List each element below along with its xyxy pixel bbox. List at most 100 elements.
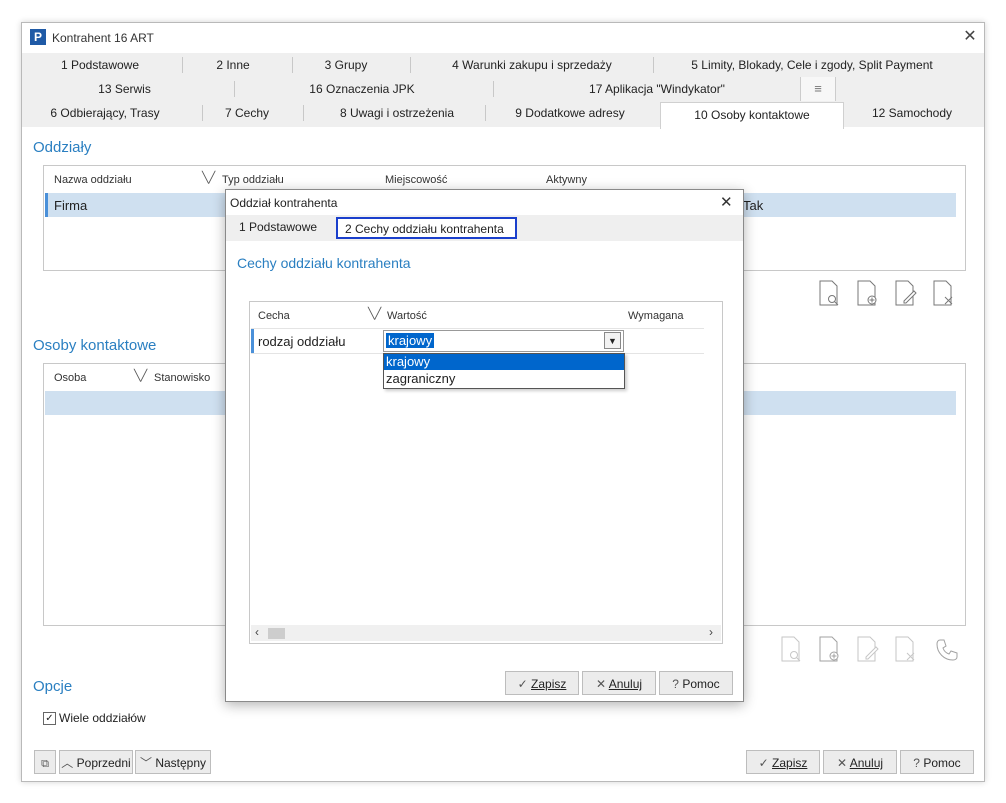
prev-label: Poprzedni — [76, 756, 131, 770]
wiele-oddzialow-label: Wiele oddziałów — [59, 711, 146, 725]
dialog-tab-podstawowe[interactable]: 1 Podstawowe — [239, 220, 317, 234]
dialog-cancel-button[interactable]: ✕ Anuluj — [582, 671, 656, 695]
copy-button[interactable]: ⧉ — [34, 750, 56, 774]
tab-windykator[interactable]: 17 Aplikacja "Windykator" — [512, 77, 802, 101]
dialog-help-button[interactable]: ? Pomoc — [659, 671, 733, 695]
copy-icon: ⧉ — [41, 758, 49, 770]
col-stanowisko[interactable]: Stanowisko — [154, 372, 210, 384]
tab-cechy[interactable]: 7 Cechy — [207, 101, 287, 125]
oddzialy-toolbar — [817, 279, 967, 309]
col-wymagana[interactable]: Wymagana — [628, 310, 684, 322]
check-icon: ✓ — [758, 756, 769, 770]
row-name: Firma — [54, 198, 88, 213]
add-doc-icon[interactable] — [855, 279, 881, 307]
add-doc-icon[interactable] — [817, 635, 843, 663]
next-button[interactable]: ﹀ Następny — [135, 750, 211, 774]
tab-odbierajacy[interactable]: 6 Odbierający, Trasy — [30, 101, 180, 125]
tab-row-1: 1 Podstawowe 2 Inne 3 Grupy 4 Warunki za… — [22, 53, 984, 77]
dialog-close-button[interactable]: ✕ — [720, 193, 733, 211]
chevron-down-icon: ﹀ — [139, 756, 152, 770]
filter-chevron-icon[interactable]: ╲╱ — [134, 369, 147, 382]
osoby-heading: Osoby kontaktowe — [33, 337, 157, 354]
dialog-tab-cechy-label: 2 Cechy oddziału kontrahenta — [345, 222, 504, 236]
dialog-save-label: Zapisz — [531, 677, 567, 691]
filter-chevron-icon[interactable]: ╲╱ — [202, 171, 215, 184]
save-button[interactable]: ✓ Zapisz — [746, 750, 820, 774]
tab-row-3: 6 Odbierający, Trasy 7 Cechy 8 Uwagi i o… — [22, 101, 984, 129]
app-logo-icon: P — [30, 29, 46, 45]
osoby-toolbar — [779, 635, 969, 665]
tab-samochody[interactable]: 12 Samochody — [857, 101, 967, 125]
x-icon: ✕ — [595, 677, 607, 691]
help-icon: ? — [672, 677, 679, 691]
wartosc-dropdown-list: krajowy zagraniczny — [383, 353, 625, 389]
dialog-cancel-label: Anuluj — [608, 677, 643, 691]
chevron-up-icon: ︿ — [61, 756, 74, 770]
help-icon: ? — [913, 756, 920, 770]
scroll-thumb[interactable] — [268, 628, 285, 639]
wartosc-select[interactable]: krajowy ▼ — [383, 330, 624, 352]
title-bar: P Kontrahent 16 ART ✕ — [22, 23, 984, 53]
window-title: Kontrahent 16 ART — [52, 31, 154, 45]
dialog-save-button[interactable]: ✓ Zapisz — [505, 671, 579, 695]
prev-button[interactable]: ︿ Poprzedni — [59, 750, 133, 774]
row-marker — [45, 193, 48, 217]
option-zagraniczny[interactable]: zagraniczny — [384, 371, 624, 387]
delete-doc-icon[interactable] — [893, 635, 919, 663]
col-cecha[interactable]: Cecha — [258, 310, 290, 322]
tab-limity[interactable]: 5 Limity, Blokady, Cele i zgody, Split P… — [662, 53, 962, 77]
oddzialy-heading: Oddziały — [33, 139, 92, 156]
search-doc-icon[interactable] — [779, 635, 805, 663]
tab-dodatkowe-adresy[interactable]: 9 Dodatkowe adresy — [490, 101, 650, 125]
row-marker — [251, 329, 254, 353]
dropdown-arrow-icon[interactable]: ▼ — [604, 332, 621, 349]
wartosc-selected: krajowy — [386, 333, 435, 348]
option-krajowy[interactable]: krajowy — [384, 354, 624, 370]
horizontal-scrollbar[interactable]: ‹ › — [251, 625, 721, 641]
cancel-button[interactable]: ✕ Anuluj — [823, 750, 897, 774]
edit-doc-icon[interactable] — [855, 635, 881, 663]
x-icon: ✕ — [836, 756, 848, 770]
opcje-heading: Opcje — [33, 678, 73, 695]
scroll-left-icon[interactable]: ‹ — [255, 625, 259, 639]
edit-doc-icon[interactable] — [893, 279, 919, 307]
tab-serwis[interactable]: 13 Serwis — [62, 77, 187, 101]
col-typ-oddzialu[interactable]: Typ oddziału — [222, 174, 284, 186]
tab-warunki[interactable]: 4 Warunki zakupu i sprzedaży — [417, 53, 647, 77]
dialog-tab-cechy[interactable]: 2 Cechy oddziału kontrahenta — [336, 217, 517, 239]
wiele-oddzialow-checkbox[interactable]: ✓ — [43, 712, 56, 725]
tab-uwagi[interactable]: 8 Uwagi i ostrzeżenia — [312, 101, 482, 125]
dialog-title: Oddział kontrahenta — [230, 196, 338, 210]
col-aktywny[interactable]: Aktywny — [546, 174, 587, 186]
tab-oznaczenia-jpk[interactable]: 16 Oznaczenia JPK — [272, 77, 452, 101]
phone-icon[interactable] — [934, 637, 960, 663]
tab-grupy[interactable]: 3 Grupy — [307, 53, 385, 77]
help-label: Pomoc — [923, 756, 961, 770]
col-nazwa-oddzialu[interactable]: Nazwa oddziału — [54, 174, 132, 186]
col-osoba[interactable]: Osoba — [54, 372, 86, 384]
cechy-table: Cecha ╲╱ Wartość Wymagana rodzaj oddział… — [249, 301, 723, 644]
tab-osoby-kontaktowe[interactable]: 10 Osoby kontaktowe — [660, 102, 844, 129]
check-icon: ✓ — [517, 677, 528, 691]
save-label: Zapisz — [772, 756, 808, 770]
cancel-label: Anuluj — [849, 756, 884, 770]
tab-inne[interactable]: 2 Inne — [197, 53, 269, 77]
dialog-help-label: Pomoc — [682, 677, 720, 691]
delete-doc-icon[interactable] — [931, 279, 957, 307]
row-active: Tak — [743, 198, 764, 213]
tab-podstawowe[interactable]: 1 Podstawowe — [40, 53, 160, 77]
col-miejscowosc[interactable]: Miejscowość — [385, 174, 447, 186]
dialog-heading: Cechy oddziału kontrahenta — [237, 255, 411, 271]
scroll-right-icon[interactable]: › — [709, 625, 713, 639]
dialog-tabs: 1 Podstawowe 2 Cechy oddziału kontrahent… — [226, 215, 743, 241]
close-window-button[interactable]: ✕ — [960, 27, 980, 47]
oddzial-dialog: Oddział kontrahenta ✕ 1 Podstawowe 2 Cec… — [225, 189, 744, 702]
tab-row-2: 13 Serwis 16 Oznaczenia JPK 17 Aplikacja… — [22, 77, 984, 101]
more-tabs-menu-icon[interactable]: ≡ — [800, 77, 836, 101]
filter-chevron-icon[interactable]: ╲╱ — [368, 307, 381, 320]
cecha-value: rodzaj oddziału — [258, 334, 346, 349]
search-doc-icon[interactable] — [817, 279, 843, 307]
help-button[interactable]: ? Pomoc — [900, 750, 974, 774]
next-label: Następny — [155, 756, 207, 770]
col-wartosc[interactable]: Wartość — [387, 310, 427, 322]
